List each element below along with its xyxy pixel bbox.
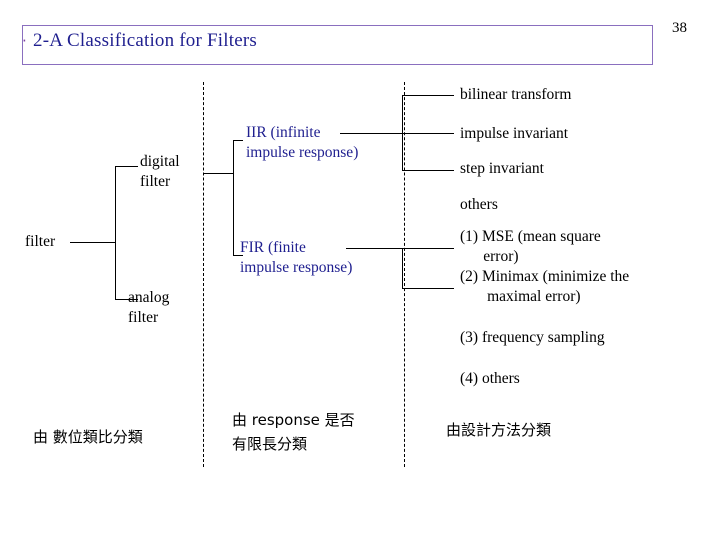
caption-column-1: 由 數位類比分類 bbox=[33, 428, 143, 446]
tree-line-root bbox=[70, 242, 115, 243]
tree-label-iir: IIR (infinite impulse response) bbox=[246, 124, 359, 161]
tree-line-impulse-invariant bbox=[402, 133, 454, 134]
tree-label-mse-minimax: (1) MSE (mean square error) (2) Minimax … bbox=[460, 228, 630, 305]
tree-spine-fir bbox=[402, 248, 403, 288]
tree-line-fir-freq bbox=[402, 288, 454, 289]
page-title: 2-A Classification for Filters bbox=[33, 30, 257, 51]
tree-spine-digital bbox=[233, 140, 234, 255]
tree-spine-root bbox=[115, 166, 116, 299]
caption-column-2: 由 response 是否 有限長分類 bbox=[232, 411, 355, 453]
tree-label-digital-filter: digital filter bbox=[140, 153, 180, 190]
tree-label-step-invariant: step invariant bbox=[460, 160, 544, 177]
caption-column-3: 由設計方法分類 bbox=[446, 421, 552, 439]
tree-label-others-iir: others bbox=[460, 196, 498, 213]
tree-line-digital bbox=[115, 166, 138, 167]
tree-label-analog-filter: analog filter bbox=[128, 289, 170, 326]
tree-label-others-fir: (4) others bbox=[460, 370, 520, 387]
tree-label-bilinear-transform: bilinear transform bbox=[460, 86, 572, 103]
tree-line-iir bbox=[233, 140, 243, 141]
tree-label-fir: FIR (finite impulse response) bbox=[240, 239, 353, 276]
dashed-separator-2 bbox=[404, 82, 405, 467]
tree-label-filter: filter bbox=[25, 233, 56, 250]
bullet-icon: ‧ bbox=[22, 34, 27, 50]
tree-line-bilinear bbox=[402, 95, 454, 96]
tree-line-step-invariant bbox=[402, 170, 454, 171]
tree-line-fir-mse bbox=[402, 248, 454, 249]
slide-root: 38 ‧ 2-A Classification for Filters filt… bbox=[0, 0, 720, 540]
tree-label-impulse-invariant: impulse invariant bbox=[460, 125, 569, 142]
page-number: 38 bbox=[672, 20, 687, 36]
tree-line-fir-out bbox=[346, 248, 402, 249]
dashed-separator-1 bbox=[203, 82, 204, 467]
tree-line-digital-out bbox=[203, 173, 233, 174]
tree-label-frequency-sampling: (3) frequency sampling bbox=[460, 329, 605, 346]
